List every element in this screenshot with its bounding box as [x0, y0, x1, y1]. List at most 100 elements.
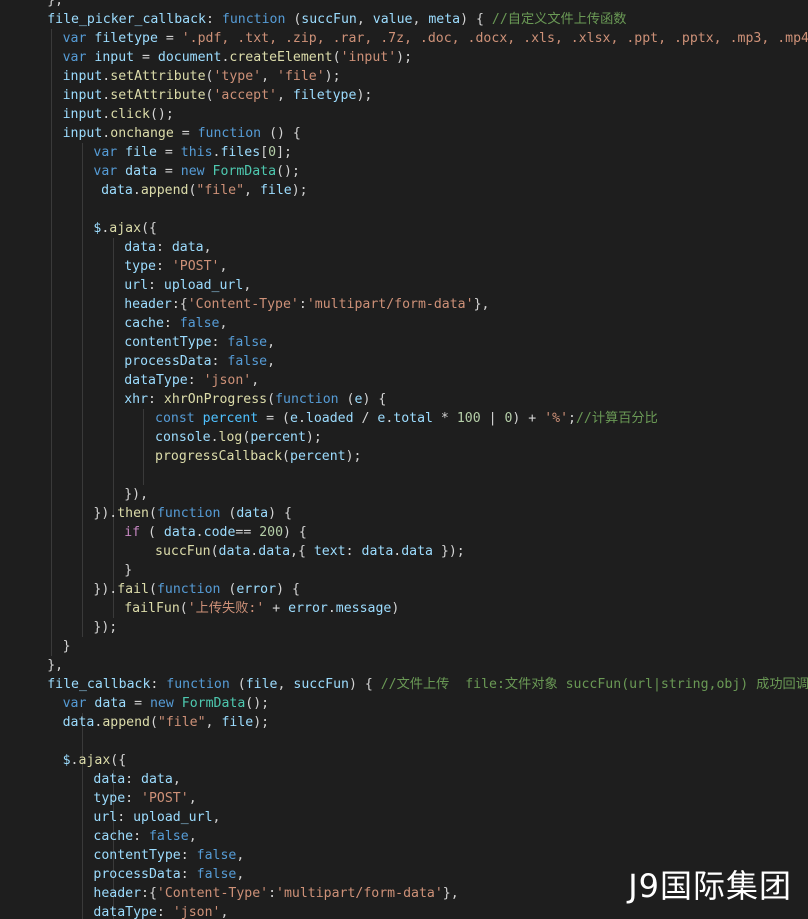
code-token: onchange	[110, 126, 174, 141]
code-token: :	[180, 848, 197, 863]
code-token: meta	[428, 12, 461, 27]
code-line: input.setAttribute('accept', filetype);	[63, 86, 373, 105]
code-token: +	[264, 601, 289, 616]
code-token: |	[480, 411, 505, 426]
code-token: succFun	[155, 544, 211, 559]
code-token: data	[361, 544, 394, 559]
code-token: filetype	[292, 88, 357, 103]
code-line: type: 'POST',	[124, 257, 227, 276]
code-token: loaded	[305, 411, 354, 426]
code-token: log	[218, 430, 243, 445]
code-token: 'type'	[213, 69, 262, 84]
code-line: url: upload_url,	[124, 276, 251, 295]
code-token: 'json'	[172, 905, 221, 919]
code-line: var input = document.createElement('inpu…	[63, 48, 412, 67]
code-token: new	[180, 164, 205, 179]
code-token: ) {	[362, 392, 387, 407]
code-token: succFun	[293, 677, 349, 692]
code-token: '.pdf, .txt, .zip, .rar, .7z, .doc, .doc…	[181, 31, 808, 46]
code-token: input	[62, 126, 103, 141]
code-token: total	[393, 411, 433, 426]
code-line: xhr: xhrOnProgress(function (e) {	[124, 390, 386, 409]
code-token: :	[148, 278, 164, 293]
code-token: percent	[202, 411, 259, 426]
code-token: },	[47, 0, 64, 8]
code-token: });	[432, 544, 465, 559]
code-token: ();	[149, 107, 174, 122]
code-token: upload_url	[163, 278, 244, 293]
indent-guide	[112, 238, 114, 618]
code-token: //自定义文件上传函数	[491, 12, 627, 27]
code-token: this	[180, 145, 213, 160]
code-token: ,{	[290, 544, 314, 559]
code-line: data: data,	[93, 770, 180, 789]
code-token: url	[124, 278, 149, 293]
code-token: =	[156, 145, 181, 160]
code-token: ) +	[512, 411, 545, 426]
code-token: = (	[258, 411, 290, 426]
code-line: contentType: false,	[124, 333, 275, 352]
code-token: );	[253, 715, 270, 730]
code-token: function	[156, 582, 221, 597]
code-line: processData: false,	[93, 865, 244, 884]
code-line: data.append("file", file);	[63, 713, 270, 732]
code-token: =	[126, 696, 150, 711]
code-token: .	[327, 601, 336, 616]
code-token: 'Content-Type'	[187, 297, 299, 312]
code-token: (	[148, 506, 157, 521]
code-token: document	[157, 50, 222, 65]
code-token: type	[124, 259, 156, 274]
code-line: },	[47, 0, 63, 10]
code-token: dataType	[93, 905, 157, 919]
code-token: $	[62, 753, 71, 768]
code-token: ,	[267, 354, 276, 369]
code-token: ,	[220, 905, 229, 919]
code-token: function	[156, 506, 221, 521]
code-token: *	[432, 411, 457, 426]
code-token: ,	[172, 772, 181, 787]
code-token: ,	[212, 810, 221, 825]
code-token: ajax	[109, 221, 142, 236]
code-token: false	[196, 848, 237, 863]
code-editor[interactable]: }, file_picker_callback: function (succFu…	[0, 0, 808, 919]
code-token: console	[155, 430, 211, 445]
code-token: .	[195, 525, 204, 540]
code-line: data: data,	[124, 238, 211, 257]
code-token: 'multipart/form-data'	[306, 297, 474, 312]
code-token: data	[218, 544, 251, 559]
code-token: =	[157, 31, 182, 46]
code-line: header:{'Content-Type':'multipart/form-d…	[124, 295, 489, 314]
code-token: ({	[110, 753, 127, 768]
code-token: data	[62, 715, 95, 730]
code-token: );	[396, 50, 413, 65]
code-token: :	[205, 12, 222, 27]
code-token: .	[132, 183, 141, 198]
code-token: );	[291, 183, 308, 198]
code-token: ({	[141, 221, 157, 236]
code-token: 'json'	[203, 373, 252, 388]
code-token: file	[125, 145, 157, 160]
code-token: }	[62, 639, 71, 654]
code-token: data	[94, 696, 127, 711]
code-token: text	[313, 544, 346, 559]
code-line: }	[63, 637, 71, 656]
code-token: error	[288, 601, 328, 616]
code-token: :	[117, 810, 134, 825]
code-token: (	[338, 392, 355, 407]
code-token: data	[141, 772, 173, 787]
code-token: ,	[219, 259, 228, 274]
code-token: data	[401, 544, 433, 559]
code-token: ,	[277, 677, 294, 692]
code-token: createElement	[229, 50, 333, 65]
code-token: ) {	[276, 582, 300, 597]
code-token: (	[282, 449, 290, 464]
code-token: header	[93, 886, 142, 901]
code-token: false	[179, 316, 220, 331]
code-token: ,	[203, 240, 212, 255]
code-token: :	[345, 544, 362, 559]
code-line: header:{'Content-Type':'multipart/form-d…	[93, 884, 458, 903]
code-token: xhr	[124, 392, 149, 407]
code-token: var	[93, 164, 118, 179]
code-token: },	[442, 886, 459, 901]
